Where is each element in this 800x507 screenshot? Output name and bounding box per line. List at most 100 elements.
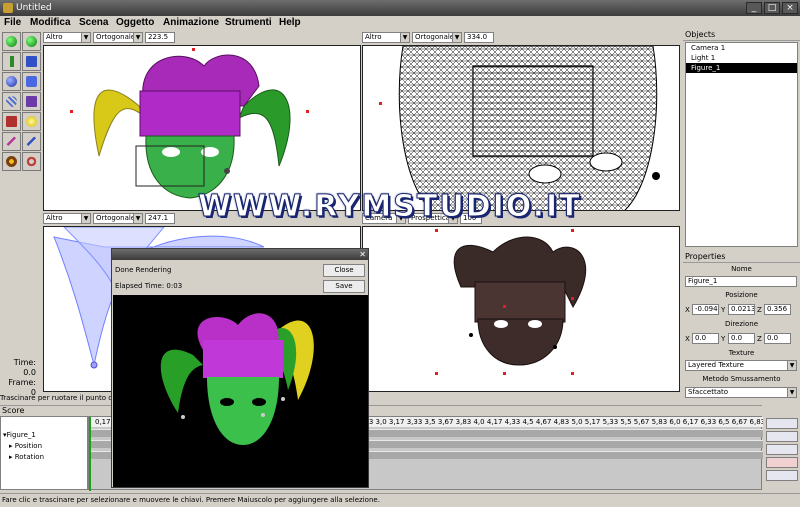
maximize-button[interactable]: □ xyxy=(764,2,780,14)
jester-wireframe-model xyxy=(398,46,660,210)
zoom-field[interactable]: 247.1 xyxy=(145,213,175,224)
direction-z-field[interactable]: 0.0 xyxy=(764,333,791,344)
position-x-field[interactable]: -0.094 xyxy=(692,304,719,315)
sphere-icon xyxy=(26,36,37,47)
rendered-jester-image xyxy=(160,313,314,445)
jester-shaded-model xyxy=(93,54,291,199)
position-z-field[interactable]: 0.356 xyxy=(764,304,791,315)
texture-select[interactable]: Layered Texture ▼ xyxy=(685,360,797,371)
position-label: Posizione xyxy=(725,291,758,299)
menu-strumenti[interactable]: Strumenti xyxy=(225,17,272,28)
menu-animazione[interactable]: Animazione xyxy=(163,17,219,28)
object-item[interactable]: Camera 1 xyxy=(686,43,797,53)
object-item-selected[interactable]: Figure_1 xyxy=(686,63,797,73)
track-position[interactable]: ▸ Position xyxy=(9,442,42,450)
tool-sphere-blue[interactable] xyxy=(2,72,21,91)
direction-y-field[interactable]: 0.0 xyxy=(728,333,755,344)
score-tracks: ▾Figure_1 ▸ Position ▸ Rotation xyxy=(0,416,88,490)
texture-icon xyxy=(26,96,37,107)
menu-help[interactable]: Help xyxy=(279,17,301,28)
tool-mesh[interactable] xyxy=(2,92,21,111)
curve-smooth-button[interactable] xyxy=(766,418,798,429)
time-value: 0.0 xyxy=(23,368,36,377)
menu-modifica[interactable]: Modifica xyxy=(30,17,71,28)
view-select[interactable]: Altro ▼ xyxy=(43,213,91,224)
tool-curve-b[interactable] xyxy=(22,132,41,151)
view-select[interactable]: Altro ▼ xyxy=(362,32,410,43)
dialog-title-bar: ✕ xyxy=(112,249,368,260)
sphere-icon xyxy=(6,76,17,87)
zoom-field[interactable]: 334.0 xyxy=(464,32,494,43)
direction-label: Direzione xyxy=(724,320,758,328)
tool-move[interactable] xyxy=(2,152,21,171)
pen-icon xyxy=(10,56,14,67)
curve-wave-button[interactable] xyxy=(766,431,798,442)
tool-sphere-select[interactable] xyxy=(22,32,41,51)
projection-select[interactable]: Ortogonale ▼ xyxy=(93,32,143,43)
close-window-button[interactable]: × xyxy=(782,2,798,14)
cube-icon xyxy=(26,56,37,67)
watermark-text: WWW.RYMSTUDIO.IT xyxy=(198,189,582,225)
direction-x-field[interactable]: 0.0 xyxy=(692,333,719,344)
smoothing-select[interactable]: Sfaccettato ▼ xyxy=(685,387,797,398)
box-icon xyxy=(26,76,37,87)
axis-y-label: Y xyxy=(721,335,726,343)
tool-camera[interactable] xyxy=(2,112,21,131)
track-rotation[interactable]: ▸ Rotation xyxy=(9,453,44,461)
menu-scena[interactable]: Scena xyxy=(79,17,108,28)
objects-panel: Objects Camera 1 Light 1 Figure_1 xyxy=(683,30,800,250)
viewport-toolbar-top-right: Altro ▼ Ortogonale ▼ 334.0 xyxy=(362,31,494,44)
tool-texture[interactable] xyxy=(22,92,41,111)
render-preview xyxy=(113,295,368,487)
zoom-field[interactable]: 223.5 xyxy=(145,32,175,43)
sphere-icon xyxy=(6,36,17,47)
frame-label: Frame: xyxy=(8,378,36,387)
axis-z-label: Z xyxy=(757,335,762,343)
projection-select[interactable]: Ortogonale ▼ xyxy=(93,213,143,224)
name-label: Nome xyxy=(731,265,752,273)
menu-file[interactable]: File xyxy=(4,17,21,28)
curve-linear-button[interactable] xyxy=(766,444,798,455)
tool-cube[interactable] xyxy=(22,52,41,71)
curve-buttons xyxy=(764,416,800,490)
tool-rotate[interactable] xyxy=(22,152,41,171)
status-bar: Fare clic e trascinare per selezionare e… xyxy=(0,493,800,507)
viewport-top-right[interactable] xyxy=(362,45,680,211)
dialog-close-icon[interactable]: ✕ xyxy=(359,249,366,260)
objects-title: Objects xyxy=(683,30,800,41)
name-field[interactable]: Figure_1 xyxy=(685,276,797,287)
menu-oggetto[interactable]: Oggetto xyxy=(116,17,154,28)
render-dialog: ✕ Done Rendering Elapsed Time: 0:03 Clos… xyxy=(111,248,369,488)
position-y-field[interactable]: 0.0213 xyxy=(728,304,755,315)
remove-key-button[interactable] xyxy=(766,470,798,481)
elapsed-time: Elapsed Time: 0:03 xyxy=(115,282,183,290)
add-key-button[interactable] xyxy=(766,457,798,468)
view-select[interactable]: Altro ▼ xyxy=(43,32,91,43)
smoothing-label: Metodo Smussamento xyxy=(702,375,781,383)
tool-sphere-add[interactable] xyxy=(2,32,21,51)
move-icon xyxy=(6,156,17,167)
object-item[interactable]: Light 1 xyxy=(686,53,797,63)
menu-bar: File Modifica Scena Oggetto Animazione S… xyxy=(0,16,800,30)
viewport-top-left[interactable] xyxy=(43,45,361,211)
viewport-bottom-right[interactable] xyxy=(362,226,680,392)
axis-y-label: Y xyxy=(721,306,726,314)
tool-box-blue[interactable] xyxy=(22,72,41,91)
objects-list: Camera 1 Light 1 Figure_1 xyxy=(685,42,798,247)
viewport-toolbar-top-left: Altro ▼ Ortogonale ▼ 223.5 xyxy=(43,31,175,44)
playhead[interactable] xyxy=(89,417,91,491)
tool-curve-a[interactable] xyxy=(2,132,21,151)
viewport-toolbar-bottom-left: Altro ▼ Ortogonale ▼ 247.1 xyxy=(43,212,175,225)
save-button[interactable]: Save xyxy=(323,280,365,293)
track-figure[interactable]: ▾Figure_1 xyxy=(3,431,36,439)
projection-select[interactable]: Ortogonale ▼ xyxy=(412,32,462,43)
mesh-icon xyxy=(6,96,17,107)
tool-light[interactable] xyxy=(22,112,41,131)
tool-pick[interactable] xyxy=(2,52,21,71)
close-button[interactable]: Close xyxy=(323,264,365,277)
time-readout: Time: 0.0 Frame: 0 xyxy=(0,358,36,398)
minimize-button[interactable]: _ xyxy=(746,2,762,14)
window-title: Untitled xyxy=(16,3,52,13)
camera-icon xyxy=(6,116,17,127)
jester-camera-model xyxy=(453,236,587,366)
